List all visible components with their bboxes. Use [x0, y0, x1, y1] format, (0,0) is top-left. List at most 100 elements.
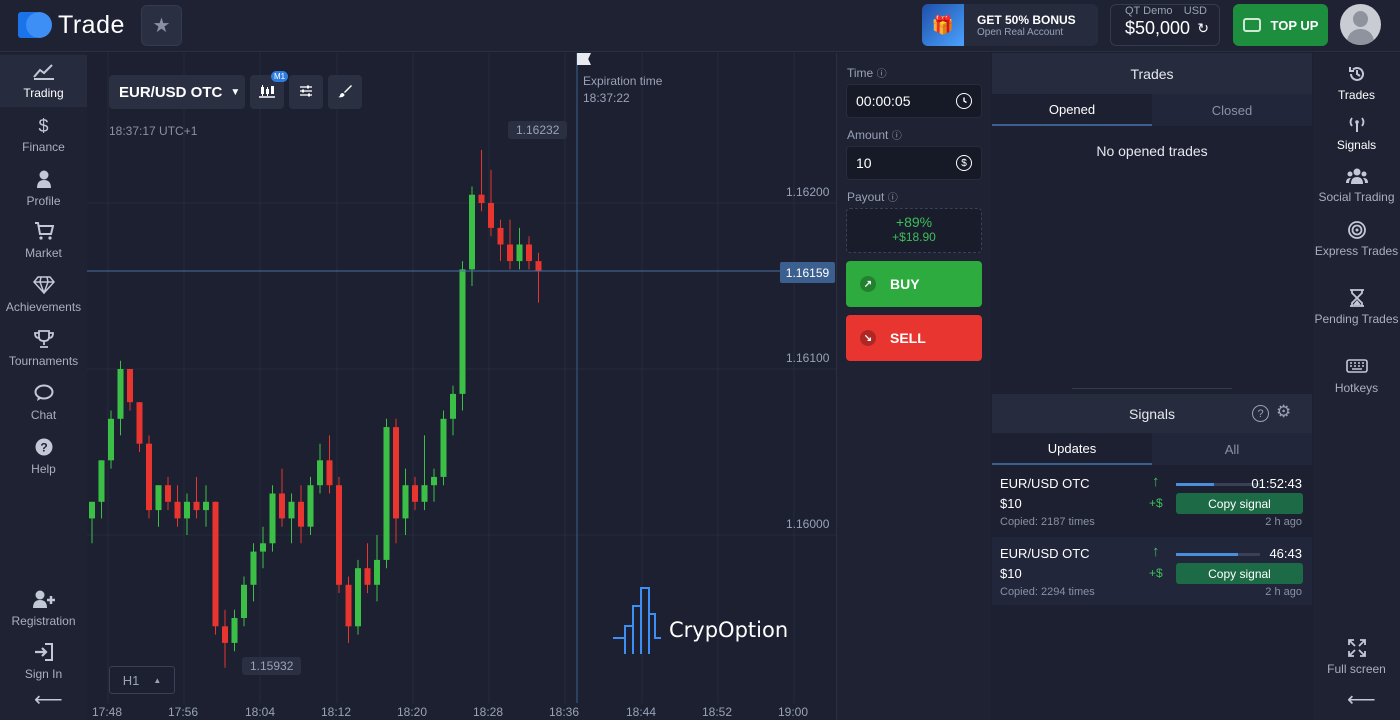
- signal-asset: EUR/USD OTC: [1000, 546, 1090, 561]
- rnav-pending-trades[interactable]: Pending Trades: [1313, 289, 1400, 326]
- time-input[interactable]: 00:00:05: [846, 84, 982, 118]
- rnav-label: Hotkeys: [1334, 381, 1379, 395]
- clock-icon[interactable]: [956, 93, 972, 109]
- time-tick: 18:04: [245, 705, 276, 719]
- time-tick: 17:48: [92, 705, 123, 719]
- sign-in-icon: [34, 643, 54, 663]
- amount-input[interactable]: 10 $: [846, 146, 982, 180]
- candle: [459, 261, 466, 411]
- nav-achievements[interactable]: Achievements: [0, 269, 87, 321]
- top-up-button[interactable]: TOP UP: [1233, 4, 1328, 46]
- tab-closed[interactable]: Closed: [1152, 94, 1312, 126]
- payout-box: +89% +$18.90: [846, 208, 982, 253]
- tab-opened[interactable]: Opened: [992, 94, 1152, 126]
- candle-body: [165, 485, 171, 502]
- info-icon[interactable]: ⓘ: [888, 193, 898, 204]
- candle-body: [516, 244, 523, 262]
- logo-mark-icon: [18, 10, 52, 40]
- amount-value: 10: [856, 155, 872, 171]
- rnav-label: Social Trading: [1318, 190, 1395, 204]
- candle-body: [355, 568, 361, 627]
- timeframe-label: H1: [122, 672, 140, 688]
- rnav-label: Pending Trades: [1314, 312, 1399, 326]
- gear-icon[interactable]: ⚙: [1276, 402, 1291, 422]
- favorites-star-button[interactable]: ★: [141, 5, 182, 46]
- candle: [497, 219, 504, 262]
- high-price-label: 1.16232: [508, 121, 568, 139]
- tab-updates[interactable]: Updates: [992, 433, 1152, 465]
- time-tick: 18:44: [626, 705, 657, 719]
- rnav-social-trading[interactable]: Social Trading: [1313, 167, 1400, 204]
- nav-market[interactable]: Market: [0, 215, 87, 267]
- candle-body: [393, 427, 399, 519]
- candle-body: [374, 559, 380, 585]
- asset-selector[interactable]: EUR/USD OTC ▼: [109, 75, 245, 109]
- candle: [269, 485, 276, 552]
- bonus-subtitle: Open Real Account: [977, 26, 1064, 38]
- arrow-up-right-icon: ↗: [860, 276, 876, 292]
- indicators-button[interactable]: [289, 75, 323, 109]
- caret-down-icon: ▼: [230, 86, 241, 98]
- tab-all[interactable]: All: [1152, 433, 1312, 465]
- candle: [279, 468, 285, 527]
- nav-sign-in[interactable]: Sign In: [0, 636, 87, 688]
- help-icon[interactable]: ?: [1252, 405, 1269, 422]
- account-label: QT Demo: [1125, 5, 1173, 17]
- rnav-hotkeys[interactable]: Hotkeys: [1313, 358, 1400, 395]
- asset-label: EUR/USD OTC: [119, 83, 223, 101]
- candle-body: [450, 393, 456, 419]
- nav-help[interactable]: ? Help: [0, 431, 87, 483]
- collapse-sidebar-icon[interactable]: ⟵: [34, 687, 63, 712]
- logo[interactable]: Trade: [18, 10, 125, 40]
- dollar-circle-icon[interactable]: $: [956, 155, 972, 171]
- refresh-icon[interactable]: ↻: [1197, 20, 1209, 37]
- balance-selector[interactable]: QT Demo USD $50,000 ↻: [1110, 4, 1220, 46]
- nav-finance[interactable]: $ Finance: [0, 109, 87, 161]
- nav-trading[interactable]: Trading: [0, 55, 87, 107]
- copy-signal-button[interactable]: Copy signal: [1176, 563, 1303, 584]
- nav-chat[interactable]: Chat: [0, 377, 87, 429]
- time-label: Time: [847, 66, 874, 80]
- rnav-express-trades[interactable]: Express Trades: [1313, 221, 1400, 258]
- hourglass-icon: [1349, 289, 1365, 309]
- payout-percent: +89%: [895, 214, 933, 230]
- arrow-down-right-icon: ↘: [860, 330, 876, 346]
- avatar[interactable]: [1340, 4, 1381, 45]
- buy-label: BUY: [890, 276, 920, 292]
- rnav-signals[interactable]: Signals: [1313, 115, 1400, 152]
- time-value: 00:00:05: [856, 93, 911, 109]
- payout-label: Payout: [847, 190, 885, 204]
- candle: [184, 493, 190, 535]
- rnav-label: Express Trades: [1314, 244, 1399, 258]
- candle: [526, 236, 532, 270]
- time-tick: 18:12: [321, 705, 352, 719]
- rnav-full-screen[interactable]: Full screen: [1313, 639, 1400, 676]
- chart-area[interactable]: EUR/USD OTC ▼ M1 18:37:17 UTC+1 Expirati…: [87, 53, 836, 720]
- copy-signal-button[interactable]: Copy signal: [1176, 493, 1303, 514]
- bonus-banner[interactable]: 🎁 GET 50% BONUS Open Real Account: [922, 4, 1098, 46]
- current-price-tag: 1.16159: [780, 262, 835, 283]
- info-icon[interactable]: ⓘ: [877, 69, 887, 80]
- candle-body: [440, 418, 447, 477]
- candle-body: [127, 369, 133, 403]
- nav-profile[interactable]: Profile: [0, 163, 87, 215]
- nav-tournaments[interactable]: Tournaments: [0, 323, 87, 375]
- right-sidebar: Trades Signals Social Trading Express Tr…: [1313, 53, 1400, 720]
- divider: [1072, 388, 1232, 389]
- buy-button[interactable]: ↗ BUY: [846, 261, 982, 307]
- collapse-right-sidebar-icon[interactable]: ⟵: [1347, 687, 1376, 712]
- signal-ago: 2 h ago: [1265, 586, 1302, 598]
- candle: [203, 485, 209, 527]
- price-tick: 1.16200: [786, 185, 830, 199]
- timeframe-selector[interactable]: H1 ▲: [109, 666, 175, 694]
- info-icon[interactable]: ⓘ: [892, 131, 902, 142]
- drawing-tools-button[interactable]: [328, 75, 362, 109]
- candle: [507, 219, 513, 270]
- nav-registration[interactable]: Registration: [0, 583, 87, 635]
- candle-body: [526, 244, 532, 262]
- sell-button[interactable]: ↘ SELL: [846, 315, 982, 361]
- candle-body: [402, 485, 409, 519]
- left-sidebar: Trading $ Finance Profile Market Achieve…: [0, 53, 87, 720]
- nav-label: Help: [31, 462, 56, 476]
- rnav-trades[interactable]: Trades: [1313, 65, 1400, 102]
